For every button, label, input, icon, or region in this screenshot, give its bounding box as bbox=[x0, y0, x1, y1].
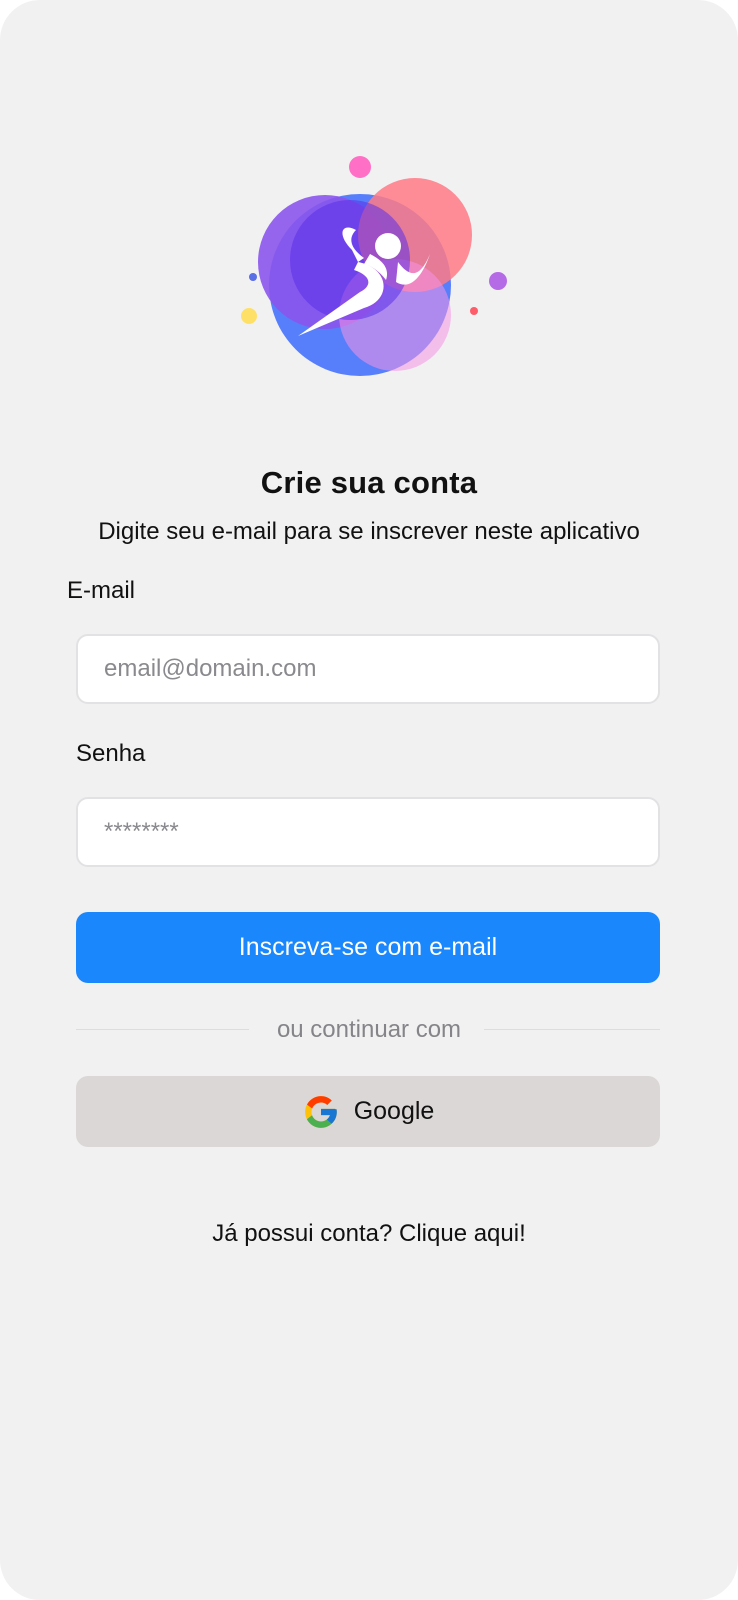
password-label: Senha bbox=[76, 740, 146, 767]
page-subtitle: Digite seu e-mail para se inscrever nest… bbox=[98, 518, 640, 545]
email-field[interactable] bbox=[76, 634, 660, 704]
logo-dot-yellow bbox=[241, 308, 257, 324]
page-title: Crie sua conta bbox=[260, 465, 478, 500]
google-signin-button[interactable]: Google bbox=[76, 1076, 660, 1147]
google-icon bbox=[304, 1095, 337, 1128]
email-label: E-mail bbox=[67, 577, 136, 604]
logo-dot-blue bbox=[249, 273, 257, 281]
logo-dot-purple bbox=[489, 272, 507, 290]
signup-screen: Crie sua conta Digite seu e-mail para se… bbox=[0, 0, 738, 1600]
signup-email-button[interactable]: Inscreva-se com e-mail bbox=[76, 912, 660, 983]
logo-dot-red bbox=[470, 307, 478, 315]
login-link[interactable]: Já possui conta? Clique aqui! bbox=[0, 1220, 738, 1248]
signup-email-button-label: Inscreva-se com e-mail bbox=[238, 933, 498, 961]
divider-text: ou continuar com bbox=[276, 1016, 462, 1043]
logo-dot-pink bbox=[349, 156, 371, 178]
divider-line-right bbox=[484, 1029, 660, 1030]
google-button-label: Google bbox=[353, 1097, 435, 1125]
app-logo bbox=[241, 156, 507, 376]
password-field[interactable] bbox=[76, 797, 660, 867]
